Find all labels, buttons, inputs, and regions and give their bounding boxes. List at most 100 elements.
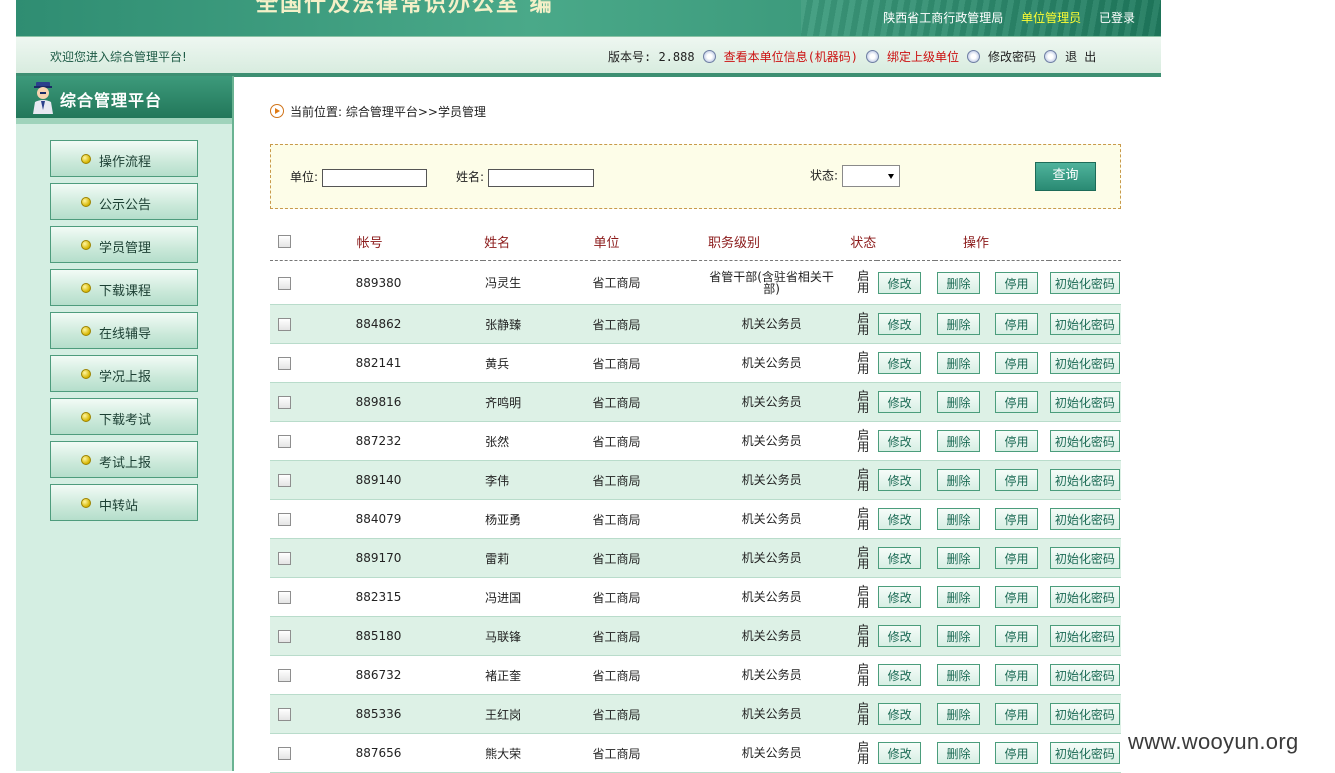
- disable-button[interactable]: 停用: [994, 391, 1038, 413]
- cell-level: 机关公务员: [693, 616, 850, 656]
- delete-button[interactable]: 删除: [937, 586, 981, 608]
- row-checkbox[interactable]: [278, 276, 291, 290]
- reset-password-button[interactable]: 初始化密码: [1049, 430, 1120, 452]
- edit-button[interactable]: 修改: [878, 430, 922, 452]
- edit-button[interactable]: 修改: [878, 469, 922, 491]
- sidebar-item[interactable]: 下载考试: [50, 398, 198, 435]
- disable-button[interactable]: 停用: [994, 586, 1038, 608]
- row-checkbox[interactable]: [278, 474, 291, 487]
- radio-bullet-icon: [866, 50, 880, 63]
- reset-password-button[interactable]: 初始化密码: [1049, 586, 1120, 608]
- disable-button[interactable]: 停用: [994, 547, 1038, 569]
- edit-button[interactable]: 修改: [878, 547, 922, 569]
- cell-account: 886732: [355, 655, 484, 695]
- welcome-text: 欢迎您进入综合管理平台!: [50, 50, 187, 64]
- sidebar-item[interactable]: 学员管理: [50, 226, 198, 263]
- disable-button[interactable]: 停用: [994, 469, 1038, 491]
- row-checkbox[interactable]: [278, 708, 291, 721]
- edit-button[interactable]: 修改: [878, 313, 922, 335]
- view-unit-info-link[interactable]: 查看本单位信息(机器码): [724, 50, 858, 64]
- delete-button[interactable]: 删除: [937, 625, 981, 647]
- edit-button[interactable]: 修改: [878, 625, 922, 647]
- row-checkbox[interactable]: [278, 747, 291, 760]
- name-filter: 姓名:: [456, 168, 594, 187]
- name-input[interactable]: [487, 168, 594, 187]
- change-password-link[interactable]: 修改密码: [988, 50, 1036, 64]
- disable-button[interactable]: 停用: [994, 664, 1038, 686]
- delete-button[interactable]: 删除: [937, 469, 981, 491]
- cell-name: 张静臻: [483, 304, 593, 344]
- logout-link[interactable]: 退 出: [1065, 50, 1096, 64]
- reset-password-button[interactable]: 初始化密码: [1049, 742, 1120, 764]
- edit-button[interactable]: 修改: [878, 352, 922, 374]
- col-account: 帐号: [355, 222, 484, 261]
- row-checkbox[interactable]: [278, 513, 291, 526]
- delete-button[interactable]: 删除: [937, 352, 981, 374]
- edit-button[interactable]: 修改: [878, 703, 922, 725]
- radio-bullet-icon: [1044, 50, 1058, 63]
- disable-button[interactable]: 停用: [994, 271, 1038, 294]
- edit-button[interactable]: 修改: [878, 664, 922, 686]
- row-select-cell: [270, 260, 356, 305]
- sidebar-item[interactable]: 学况上报: [50, 355, 198, 392]
- reset-password-button[interactable]: 初始化密码: [1049, 625, 1120, 647]
- reset-password-button[interactable]: 初始化密码: [1049, 508, 1120, 530]
- delete-button[interactable]: 删除: [937, 664, 981, 686]
- disable-button[interactable]: 停用: [994, 742, 1038, 764]
- sidebar-item[interactable]: 中转站: [50, 484, 198, 521]
- disable-button[interactable]: 停用: [994, 430, 1038, 452]
- cell-account: 889140: [355, 460, 484, 500]
- row-checkbox[interactable]: [278, 357, 291, 370]
- disable-button[interactable]: 停用: [994, 352, 1038, 374]
- row-checkbox[interactable]: [278, 669, 291, 682]
- row-checkbox[interactable]: [278, 435, 291, 448]
- delete-button[interactable]: 删除: [937, 313, 981, 335]
- row-checkbox[interactable]: [278, 318, 291, 331]
- page-frame: 全国什及法律常识办公室 编 陕西省工商行政管理局 单位管理员 已登录 欢迎您进入…: [16, 0, 1161, 773]
- disable-button[interactable]: 停用: [994, 313, 1038, 335]
- query-button[interactable]: 查询: [1035, 162, 1096, 191]
- edit-button[interactable]: 修改: [878, 391, 922, 413]
- reset-password-button[interactable]: 初始化密码: [1049, 547, 1120, 569]
- delete-button[interactable]: 删除: [937, 391, 981, 413]
- delete-button[interactable]: 删除: [937, 703, 981, 725]
- disable-button[interactable]: 停用: [994, 625, 1038, 647]
- sidebar-item[interactable]: 考试上报: [50, 441, 198, 478]
- delete-button[interactable]: 删除: [937, 271, 981, 294]
- disable-button[interactable]: 停用: [994, 508, 1038, 530]
- sidebar-item[interactable]: 下载课程: [50, 269, 198, 306]
- sidebar-item[interactable]: 公示公告: [50, 183, 198, 220]
- reset-password-button[interactable]: 初始化密码: [1049, 469, 1120, 491]
- reset-password-button[interactable]: 初始化密码: [1049, 391, 1120, 413]
- row-select-cell: [270, 304, 356, 344]
- cell-level: 机关公务员: [693, 499, 850, 539]
- select-all-checkbox[interactable]: [278, 234, 291, 248]
- delete-button[interactable]: 删除: [937, 430, 981, 452]
- sidebar-item[interactable]: 在线辅导: [50, 312, 198, 349]
- row-checkbox[interactable]: [278, 630, 291, 643]
- unit-input[interactable]: [321, 168, 427, 187]
- user-role-link[interactable]: 单位管理员: [1021, 11, 1081, 25]
- reset-password-button[interactable]: 初始化密码: [1049, 664, 1120, 686]
- login-status: 已登录: [1098, 11, 1135, 25]
- sidebar-item[interactable]: 操作流程: [50, 140, 198, 177]
- row-checkbox[interactable]: [278, 552, 291, 565]
- edit-button[interactable]: 修改: [878, 586, 922, 608]
- status-select[interactable]: [841, 165, 900, 187]
- delete-button[interactable]: 删除: [937, 742, 981, 764]
- edit-button[interactable]: 修改: [878, 508, 922, 530]
- reset-password-button[interactable]: 初始化密码: [1049, 271, 1120, 294]
- cell-status: 启用: [857, 349, 870, 376]
- edit-button[interactable]: 修改: [878, 742, 922, 764]
- reset-password-button[interactable]: 初始化密码: [1049, 703, 1120, 725]
- delete-button[interactable]: 删除: [937, 508, 981, 530]
- reset-password-button[interactable]: 初始化密码: [1049, 352, 1120, 374]
- reset-password-button[interactable]: 初始化密码: [1049, 313, 1120, 335]
- edit-button[interactable]: 修改: [878, 271, 922, 294]
- row-checkbox[interactable]: [278, 396, 291, 409]
- cell-account: 889380: [355, 260, 484, 305]
- disable-button[interactable]: 停用: [994, 703, 1038, 725]
- bind-parent-unit-link[interactable]: 绑定上级单位: [887, 50, 959, 64]
- delete-button[interactable]: 删除: [937, 547, 981, 569]
- row-checkbox[interactable]: [278, 591, 291, 604]
